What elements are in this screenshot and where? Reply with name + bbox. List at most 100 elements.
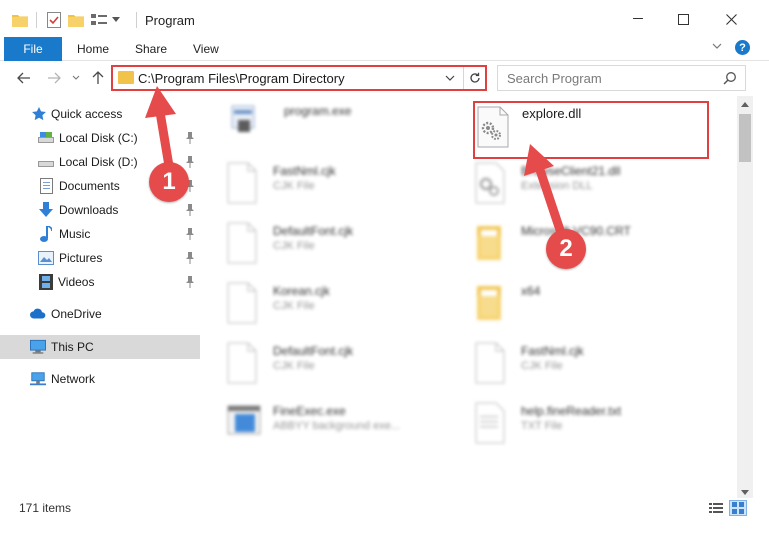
film-icon	[38, 274, 54, 290]
tab-home[interactable]: Home	[77, 37, 109, 61]
file-item-fineexec-exe[interactable]: FineExec.exe ABBYY background exe...	[227, 402, 457, 458]
file-item-defaultfont-cjk[interactable]: DefaultFont.cjk CJK File	[227, 222, 457, 278]
address-field[interactable]: C:\Program Files\Program Directory	[113, 67, 461, 89]
file-name: FastNml.cjk	[521, 344, 584, 358]
cloud-icon	[30, 306, 46, 322]
minimize-button[interactable]	[616, 4, 662, 34]
close-button[interactable]	[708, 4, 754, 34]
address-dropdown-chevron-icon[interactable]	[443, 70, 457, 86]
vertical-scrollbar[interactable]	[737, 96, 753, 500]
back-arrow-icon[interactable]	[14, 68, 34, 88]
file-type: TXT File	[521, 420, 563, 432]
sidebar-item-label: Documents	[59, 179, 120, 193]
pin-icon	[185, 276, 195, 288]
dll-gear-file-icon	[475, 162, 505, 204]
blank-file-icon	[227, 222, 257, 264]
file-type: CJK File	[273, 240, 315, 252]
sidebar-item-label: Videos	[58, 275, 95, 289]
details-view-icon[interactable]	[707, 500, 725, 516]
file-item-help-txt[interactable]: help.fineReader.txt TXT File	[475, 402, 705, 458]
file-type: CJK File	[273, 300, 315, 312]
pictures-icon	[38, 250, 54, 266]
sidebar-item-onedrive[interactable]: OneDrive	[0, 302, 200, 326]
address-bar[interactable]: C:\Program Files\Program Directory	[111, 65, 487, 91]
recent-locations-chevron-icon[interactable]	[66, 68, 86, 88]
monitor-icon	[30, 339, 46, 355]
drive-icon	[38, 154, 54, 170]
properties-checkmark-icon[interactable]	[46, 10, 62, 30]
sidebar-item-local-disk-c[interactable]: Local Disk (C:)	[0, 126, 200, 150]
new-folder-icon[interactable]	[68, 10, 84, 30]
star-icon	[31, 106, 47, 122]
scroll-up-arrow-icon[interactable]	[737, 96, 753, 112]
pin-icon	[185, 156, 195, 168]
file-name: DefaultFont.cjk	[273, 224, 354, 238]
divider	[36, 12, 37, 28]
scrollbar-thumb[interactable]	[739, 114, 751, 162]
file-highlight-box	[473, 101, 709, 159]
item-count: 171 items	[19, 501, 72, 515]
tab-view[interactable]: View	[193, 37, 219, 61]
pin-icon	[185, 132, 195, 144]
up-arrow-icon[interactable]	[88, 68, 108, 88]
file-name: DefaultFont.cjk	[273, 344, 354, 358]
search-box[interactable]	[497, 65, 746, 91]
file-item-x64-folder[interactable]: x64	[475, 282, 705, 338]
maximize-button[interactable]	[660, 4, 706, 34]
ribbon: File Home Share View ?	[0, 37, 769, 61]
file-type: CJK File	[273, 360, 315, 372]
file-name: x64	[521, 284, 541, 298]
view-options-icon[interactable]	[90, 10, 108, 30]
sidebar-item-label: Local Disk (D:)	[59, 155, 138, 169]
sidebar-item-pictures[interactable]: Pictures	[0, 246, 200, 270]
forward-arrow-icon[interactable]	[44, 68, 64, 88]
sidebar-item-label: Quick access	[51, 107, 123, 121]
folder-icon	[475, 282, 505, 324]
file-item-fastnml-cjk-2[interactable]: FastNml.cjk CJK File	[475, 342, 705, 398]
file-name: Korean.cjk	[273, 284, 330, 298]
blank-file-icon	[475, 342, 505, 384]
sidebar-item-this-pc[interactable]: This PC	[0, 335, 200, 359]
documents-icon	[38, 178, 54, 194]
sidebar-item-label: This PC	[51, 340, 94, 354]
step-1-callout: 1	[149, 162, 189, 202]
folder-icon	[118, 71, 134, 84]
sidebar-item-label: Pictures	[59, 251, 103, 265]
sidebar-item-music[interactable]: Music	[0, 222, 200, 246]
tab-share[interactable]: Share	[135, 37, 167, 61]
pin-icon	[185, 252, 195, 264]
blank-file-icon	[227, 162, 257, 204]
title-bar: Program	[0, 0, 769, 38]
download-arrow-icon	[38, 202, 54, 218]
file-item-browseclient-dll[interactable]: BrowseClient21.dll Extension DLL	[475, 162, 705, 218]
refresh-icon[interactable]	[463, 67, 485, 89]
help-icon[interactable]: ?	[735, 40, 750, 55]
chevron-down-icon[interactable]	[110, 10, 122, 30]
file-item-microsoft-vc90-crt[interactable]: Microsoft.VC90.CRT	[475, 222, 705, 278]
tiles-view-icon[interactable]	[729, 500, 747, 516]
file-type: CJK File	[521, 360, 563, 372]
search-input[interactable]	[498, 66, 718, 90]
tab-file[interactable]: File	[4, 37, 62, 61]
file-name: FineExec.exe	[273, 404, 346, 418]
sidebar-item-network[interactable]: Network	[0, 367, 200, 391]
file-item-program-exe[interactable]: program.exe	[230, 102, 460, 158]
address-path[interactable]: C:\Program Files\Program Directory	[138, 71, 345, 86]
file-item-fastnml-cjk[interactable]: FastNml.cjk CJK File	[227, 162, 457, 218]
sidebar-item-quick-access[interactable]: Quick access	[0, 102, 200, 126]
sidebar-item-label: OneDrive	[51, 307, 102, 321]
file-type: CJK File	[273, 180, 315, 192]
step-2-callout: 2	[546, 229, 586, 269]
expand-ribbon-chevron-icon[interactable]	[712, 40, 722, 54]
divider	[136, 12, 137, 28]
file-name: BrowseClient21.dll	[521, 164, 621, 178]
sidebar-item-label: Network	[51, 372, 96, 386]
file-item-defaultfont-cjk-2[interactable]: DefaultFont.cjk CJK File	[227, 342, 457, 398]
sidebar-item-videos[interactable]: Videos	[0, 270, 200, 294]
file-name: FastNml.cjk	[273, 164, 336, 178]
search-icon[interactable]	[723, 71, 737, 85]
file-item-korean-cjk[interactable]: Korean.cjk CJK File	[227, 282, 457, 338]
text-file-icon	[475, 402, 505, 444]
network-icon	[30, 371, 46, 387]
application-window-icon	[227, 402, 261, 444]
